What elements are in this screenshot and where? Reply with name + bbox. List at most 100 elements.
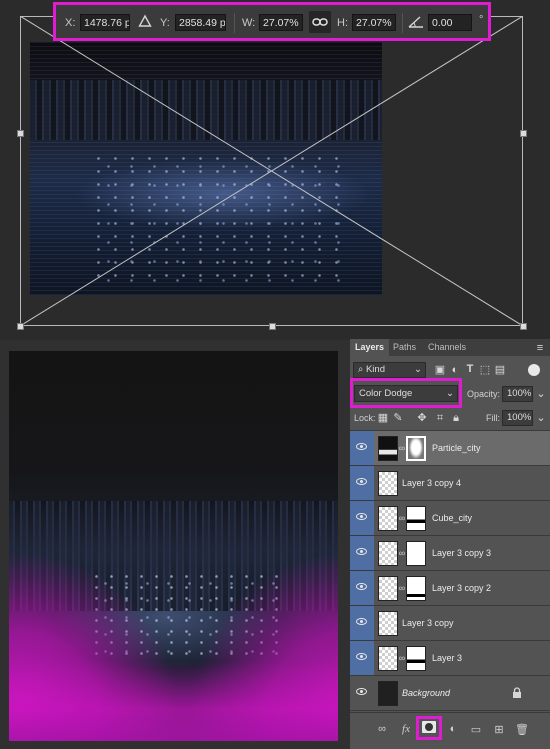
visibility-toggle[interactable] bbox=[350, 571, 374, 605]
angle-icon[interactable] bbox=[408, 15, 424, 34]
panel-tab-bar: Layers Paths Channels ≡ bbox=[350, 339, 550, 356]
chain-link-icon[interactable]: ∞ bbox=[398, 513, 406, 523]
options-divider bbox=[234, 13, 235, 33]
trash-icon[interactable]: 🗑︎ bbox=[514, 723, 530, 736]
eye-icon bbox=[356, 478, 367, 485]
eye-icon bbox=[356, 618, 367, 625]
transform-handle-bottom-right[interactable] bbox=[520, 323, 527, 330]
lock-artboard-icon[interactable]: ⌗ bbox=[434, 411, 446, 425]
eye-icon bbox=[356, 443, 367, 450]
layer-name[interactable]: Background bbox=[402, 688, 450, 698]
y-position-field[interactable]: 2858.49 px bbox=[175, 14, 226, 31]
layer-thumbnail bbox=[378, 576, 398, 601]
new-layer-icon[interactable]: ⊞ bbox=[491, 723, 507, 736]
layer-thumbnail bbox=[378, 506, 398, 531]
fill-label: Fill: bbox=[486, 413, 500, 423]
chain-link-icon[interactable]: ∞ bbox=[398, 548, 406, 558]
layer-name[interactable]: Layer 3 copy 4 bbox=[402, 478, 461, 488]
transform-handle-bottom-left[interactable] bbox=[17, 323, 24, 330]
filter-pixel-icon[interactable]: ▣ bbox=[434, 363, 446, 377]
search-icon: ⌕ bbox=[358, 364, 366, 375]
layer-row-particle-city[interactable]: ∞ Particle_city bbox=[350, 431, 550, 466]
new-group-icon[interactable]: ▭ bbox=[468, 723, 484, 736]
layer-mask-thumbnail[interactable] bbox=[406, 576, 426, 601]
visibility-toggle[interactable] bbox=[350, 606, 374, 640]
visibility-toggle[interactable] bbox=[350, 676, 374, 710]
link-layers-icon[interactable]: ∞ bbox=[374, 723, 390, 735]
tab-layers[interactable]: Layers bbox=[350, 339, 390, 356]
lock-transparency-icon[interactable]: ▦ bbox=[377, 411, 389, 425]
filter-toggle-icon[interactable] bbox=[528, 364, 540, 376]
chevron-down-icon: ⌄ bbox=[414, 364, 422, 375]
transform-handle-left[interactable] bbox=[17, 130, 24, 137]
y-label: Y: bbox=[160, 17, 170, 29]
filter-type-icon[interactable]: T bbox=[464, 362, 476, 376]
visibility-toggle[interactable] bbox=[350, 501, 374, 535]
width-field[interactable]: 27.07% bbox=[259, 14, 303, 31]
fx-icon[interactable]: fx bbox=[398, 723, 414, 735]
layer-row-layer-3-copy[interactable]: Layer 3 copy bbox=[350, 606, 550, 641]
chain-link-icon[interactable]: ∞ bbox=[398, 583, 406, 593]
lock-position-icon[interactable]: ✥ bbox=[416, 411, 428, 425]
layer-thumbnail bbox=[378, 471, 398, 496]
chevron-down-icon[interactable]: ⌄ bbox=[535, 387, 547, 401]
visibility-toggle[interactable] bbox=[350, 536, 374, 570]
transform-canvas-area: X: 1478.76 px Y: 2858.49 px W: 27.07% H:… bbox=[0, 0, 550, 340]
layer-thumbnail bbox=[378, 541, 398, 566]
delta-triangle-icon[interactable] bbox=[138, 14, 152, 33]
layer-row-layer-3-copy-4[interactable]: Layer 3 copy 4 bbox=[350, 466, 550, 501]
layer-row-cube-city[interactable]: ∞ Cube_city bbox=[350, 501, 550, 536]
filter-kind-select[interactable]: ⌕ Kind ⌄ bbox=[353, 362, 426, 378]
options-divider bbox=[402, 13, 403, 33]
rotation-angle-field[interactable]: 0.00 bbox=[428, 14, 472, 31]
eye-icon bbox=[356, 513, 367, 520]
layer-row-layer-3[interactable]: ∞ Layer 3 bbox=[350, 641, 550, 676]
layer-name[interactable]: Layer 3 copy bbox=[402, 618, 454, 628]
document-canvas[interactable] bbox=[9, 351, 338, 741]
layer-name[interactable]: Layer 3 bbox=[432, 653, 462, 663]
layer-name[interactable]: Cube_city bbox=[432, 513, 472, 523]
x-position-field[interactable]: 1478.76 px bbox=[80, 14, 130, 31]
lock-all-icon[interactable]: 🔒︎ bbox=[450, 411, 462, 425]
opacity-field[interactable]: 100% bbox=[502, 386, 533, 402]
height-field[interactable]: 27.07% bbox=[352, 14, 396, 31]
tab-paths[interactable]: Paths bbox=[393, 339, 416, 356]
adjustment-layer-icon[interactable]: ◐ bbox=[445, 723, 461, 735]
layer-thumbnail bbox=[378, 436, 398, 461]
panel-menu-icon[interactable]: ≡ bbox=[534, 341, 546, 355]
layer-thumbnail bbox=[378, 646, 398, 671]
transform-handle-bottom[interactable] bbox=[269, 323, 276, 330]
filter-smart-object-icon[interactable]: ▤ bbox=[494, 363, 506, 377]
layer-mask-thumbnail[interactable] bbox=[406, 541, 426, 566]
tab-channels[interactable]: Channels bbox=[428, 339, 466, 356]
transform-bounding-box[interactable] bbox=[20, 16, 523, 326]
layer-name[interactable]: Layer 3 copy 2 bbox=[432, 583, 491, 593]
height-label: H: bbox=[337, 17, 348, 29]
visibility-toggle[interactable] bbox=[350, 641, 374, 675]
layer-row-layer-3-copy-3[interactable]: ∞ Layer 3 copy 3 bbox=[350, 536, 550, 571]
eye-icon bbox=[356, 688, 367, 695]
lock-icon[interactable] bbox=[512, 686, 522, 704]
layer-name[interactable]: Particle_city bbox=[432, 443, 481, 453]
layer-name[interactable]: Layer 3 copy 3 bbox=[432, 548, 491, 558]
layer-row-background[interactable]: Background bbox=[350, 676, 550, 711]
filter-adjustment-icon[interactable]: ◐ bbox=[449, 363, 461, 377]
lock-pixels-icon[interactable]: ✎ bbox=[392, 411, 404, 425]
layer-mask-thumbnail[interactable] bbox=[406, 436, 426, 461]
visibility-toggle[interactable] bbox=[350, 431, 374, 465]
chain-link-icon[interactable]: ∞ bbox=[398, 653, 406, 663]
fill-field[interactable]: 100% bbox=[502, 410, 533, 426]
add-mask-highlight bbox=[416, 716, 442, 740]
visibility-toggle[interactable] bbox=[350, 466, 374, 500]
filter-shape-icon[interactable]: ⬚ bbox=[479, 363, 491, 377]
chain-link-icon[interactable] bbox=[309, 11, 331, 33]
chevron-down-icon[interactable]: ⌄ bbox=[535, 411, 547, 425]
eye-icon bbox=[356, 583, 367, 590]
layer-mask-thumbnail[interactable] bbox=[406, 506, 426, 531]
magenta-glow-bottom bbox=[9, 661, 338, 741]
transform-handle-right[interactable] bbox=[520, 130, 527, 137]
chain-link-icon[interactable]: ∞ bbox=[398, 443, 406, 453]
blend-mode-highlight bbox=[350, 378, 462, 408]
layer-mask-thumbnail[interactable] bbox=[406, 646, 426, 671]
layer-row-layer-3-copy-2[interactable]: ∞ Layer 3 copy 2 bbox=[350, 571, 550, 606]
